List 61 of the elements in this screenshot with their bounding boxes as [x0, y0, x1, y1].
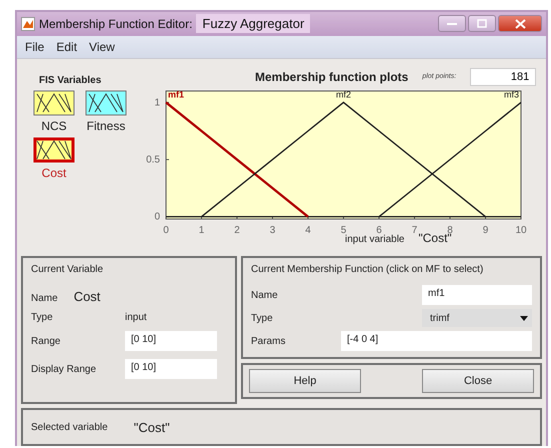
- maximize-icon: [477, 19, 487, 28]
- mf-curve[interactable]: [201, 101, 486, 218]
- tick-label: 9: [482, 224, 488, 236]
- fis-name: Fuzzy Aggregator: [196, 14, 310, 34]
- status-label: Selected variable: [31, 422, 108, 433]
- plot-points-field[interactable]: 181: [470, 68, 536, 86]
- field-label: Display Range: [31, 364, 98, 375]
- field-label: Type: [31, 312, 54, 324]
- tick-label: 10: [515, 224, 527, 236]
- tick-label: 1: [198, 224, 204, 236]
- panel-title: Current Variable: [31, 264, 104, 276]
- tick-label: 0: [154, 212, 160, 223]
- menu-item[interactable]: File: [25, 40, 44, 54]
- field-label: Name: [31, 293, 58, 304]
- tick-label: 1: [154, 97, 160, 108]
- menu-item[interactable]: Edit: [56, 40, 78, 54]
- curve-label: mf3: [504, 89, 519, 100]
- dialog-button[interactable]: Help: [249, 369, 361, 394]
- tick-label: 2: [234, 224, 240, 236]
- caret-icon: [520, 316, 528, 321]
- membership-icon: [85, 90, 127, 116]
- tick-label: 3: [270, 224, 276, 236]
- membership-icon: [33, 136, 75, 163]
- close-button[interactable]: [498, 15, 542, 32]
- field-label: Params: [251, 336, 286, 347]
- field-label: Range: [31, 336, 62, 347]
- menu-item[interactable]: View: [89, 40, 115, 54]
- status-value: "Cost": [134, 420, 170, 435]
- panel-title: Current Membership Function (click on MF to select): [251, 264, 484, 276]
- type-dropdown[interactable]: trimf: [422, 309, 532, 328]
- close-icon: [514, 18, 526, 29]
- tick-label: 5: [340, 224, 346, 236]
- tick-label: 4: [305, 224, 311, 236]
- field-label: Name: [251, 290, 279, 301]
- window-title: Membership Function Editor:: [39, 16, 192, 31]
- membership-icon: [33, 90, 75, 116]
- axis-label: input variable: [345, 234, 404, 245]
- plot-title: Membership function plots: [255, 70, 408, 84]
- variable-button[interactable]: Fitness: [83, 90, 129, 133]
- minimize-button[interactable]: [438, 15, 466, 32]
- display-range-field[interactable]: [0 10]: [125, 359, 217, 380]
- section-title: FIS Variables: [38, 74, 102, 86]
- tick-label: 6: [376, 224, 382, 236]
- tick-label: 0.5: [146, 154, 160, 166]
- mf-curve[interactable]: [165, 101, 309, 218]
- range-field[interactable]: [0 10]: [125, 331, 217, 352]
- maximize-button[interactable]: [468, 15, 496, 32]
- mf-curve[interactable]: [378, 102, 522, 218]
- field-label: Type: [251, 312, 274, 324]
- dialog-button[interactable]: Close: [422, 369, 534, 394]
- curve-label: mf2: [336, 89, 351, 100]
- variable-name: Cost: [74, 289, 100, 304]
- curve-label: mf1: [168, 89, 184, 100]
- tick-label: 7: [412, 224, 418, 236]
- app-icon: [21, 16, 35, 31]
- params-field[interactable]: [-4 0 4]: [341, 331, 532, 352]
- variable-button[interactable]: NCS: [31, 90, 77, 133]
- variable-type: input: [125, 312, 148, 324]
- tick-label: 0: [163, 224, 169, 236]
- name-field[interactable]: mf1: [422, 285, 532, 306]
- variable-button[interactable]: Cost: [31, 136, 77, 180]
